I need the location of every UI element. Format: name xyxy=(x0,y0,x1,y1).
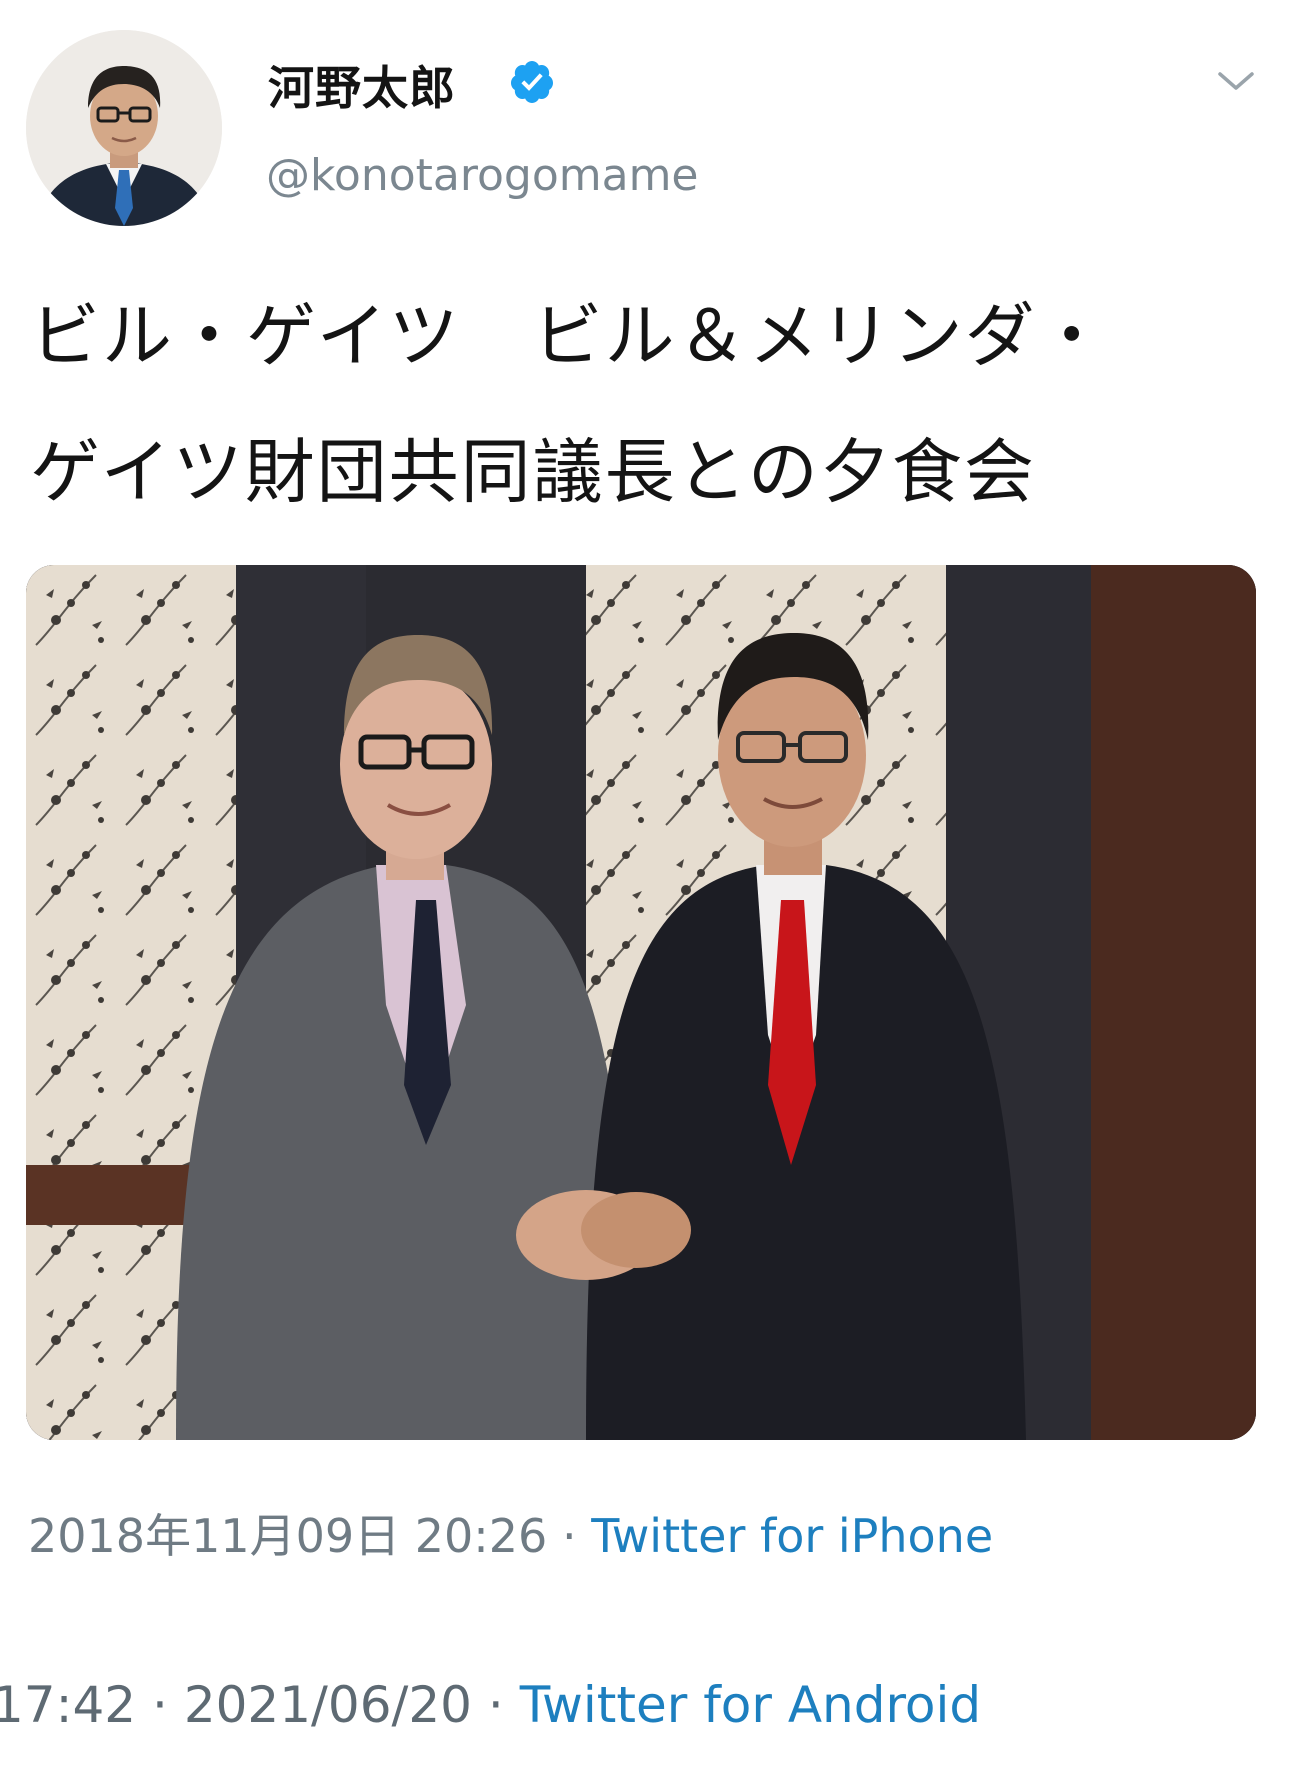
retweet-source-link[interactable]: Twitter for Android xyxy=(520,1676,981,1734)
tweet-timestamp-row: 2018年11月09日 20:26 · Twitter for iPhone xyxy=(28,1500,993,1566)
author-display-name[interactable]: 河野太郎 xyxy=(268,52,456,118)
retweet-meta-row: 17:42 · 2021/06/20 · Twitter for Android xyxy=(0,1676,981,1734)
retweet-time: 17:42 xyxy=(0,1676,137,1734)
handshake-photo xyxy=(26,565,1256,1440)
chevron-down-icon[interactable] xyxy=(1214,66,1258,96)
meta-separator: · xyxy=(487,1676,504,1734)
tweet-timestamp[interactable]: 2018年11月09日 20:26 xyxy=(28,1509,547,1563)
tweet-text-line: ビル・ゲイツ ビル＆メリンダ・ xyxy=(30,295,1109,377)
tweet-photo[interactable] xyxy=(26,565,1256,1440)
avatar[interactable] xyxy=(26,30,222,226)
verified-badge-icon xyxy=(510,61,553,103)
retweet-date: 2021/06/20 xyxy=(183,1676,472,1734)
tweet-source-link[interactable]: Twitter for iPhone xyxy=(591,1509,993,1563)
tweet-text: ビル・ゲイツ ビル＆メリンダ・ ゲイツ財団共同議長との夕食会 xyxy=(30,268,1270,540)
meta-separator: · xyxy=(152,1676,168,1734)
profile-photo xyxy=(26,30,222,226)
author-handle[interactable]: @konotarogomame xyxy=(266,150,699,201)
tweet-text-line: ゲイツ財団共同議長との夕食会 xyxy=(30,431,1036,513)
meta-separator: · xyxy=(561,1509,577,1563)
